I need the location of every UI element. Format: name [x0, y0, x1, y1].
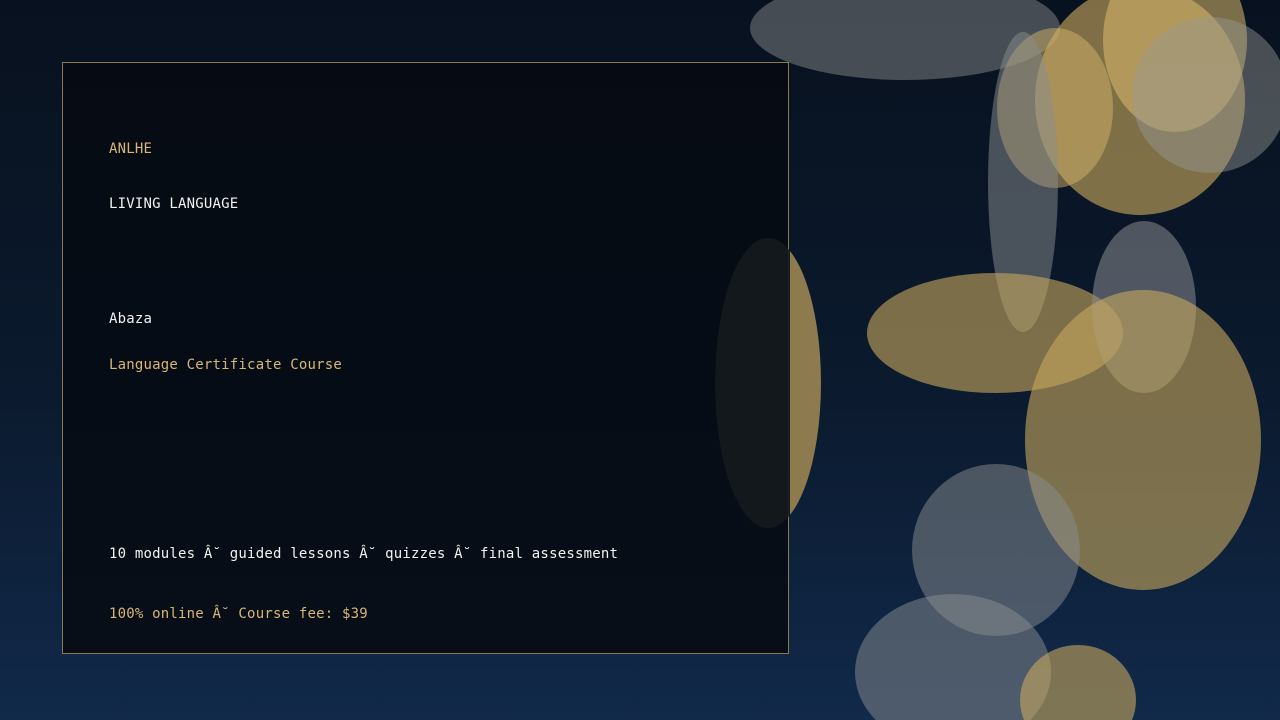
course-card: ANLHE LIVING LANGUAGE Abaza Language Cer…: [62, 62, 789, 654]
brand-name: ANLHE: [109, 141, 153, 157]
course-fee: 100% online Â˘ Course fee: $39: [109, 606, 368, 622]
course-title: Language Certificate Course: [109, 357, 342, 373]
kicker-label: LIVING LANGUAGE: [109, 196, 239, 212]
course-details: 10 modules Â˘ guided lessons Â˘ quizzes …: [109, 546, 619, 562]
language-name: Abaza: [109, 311, 153, 327]
